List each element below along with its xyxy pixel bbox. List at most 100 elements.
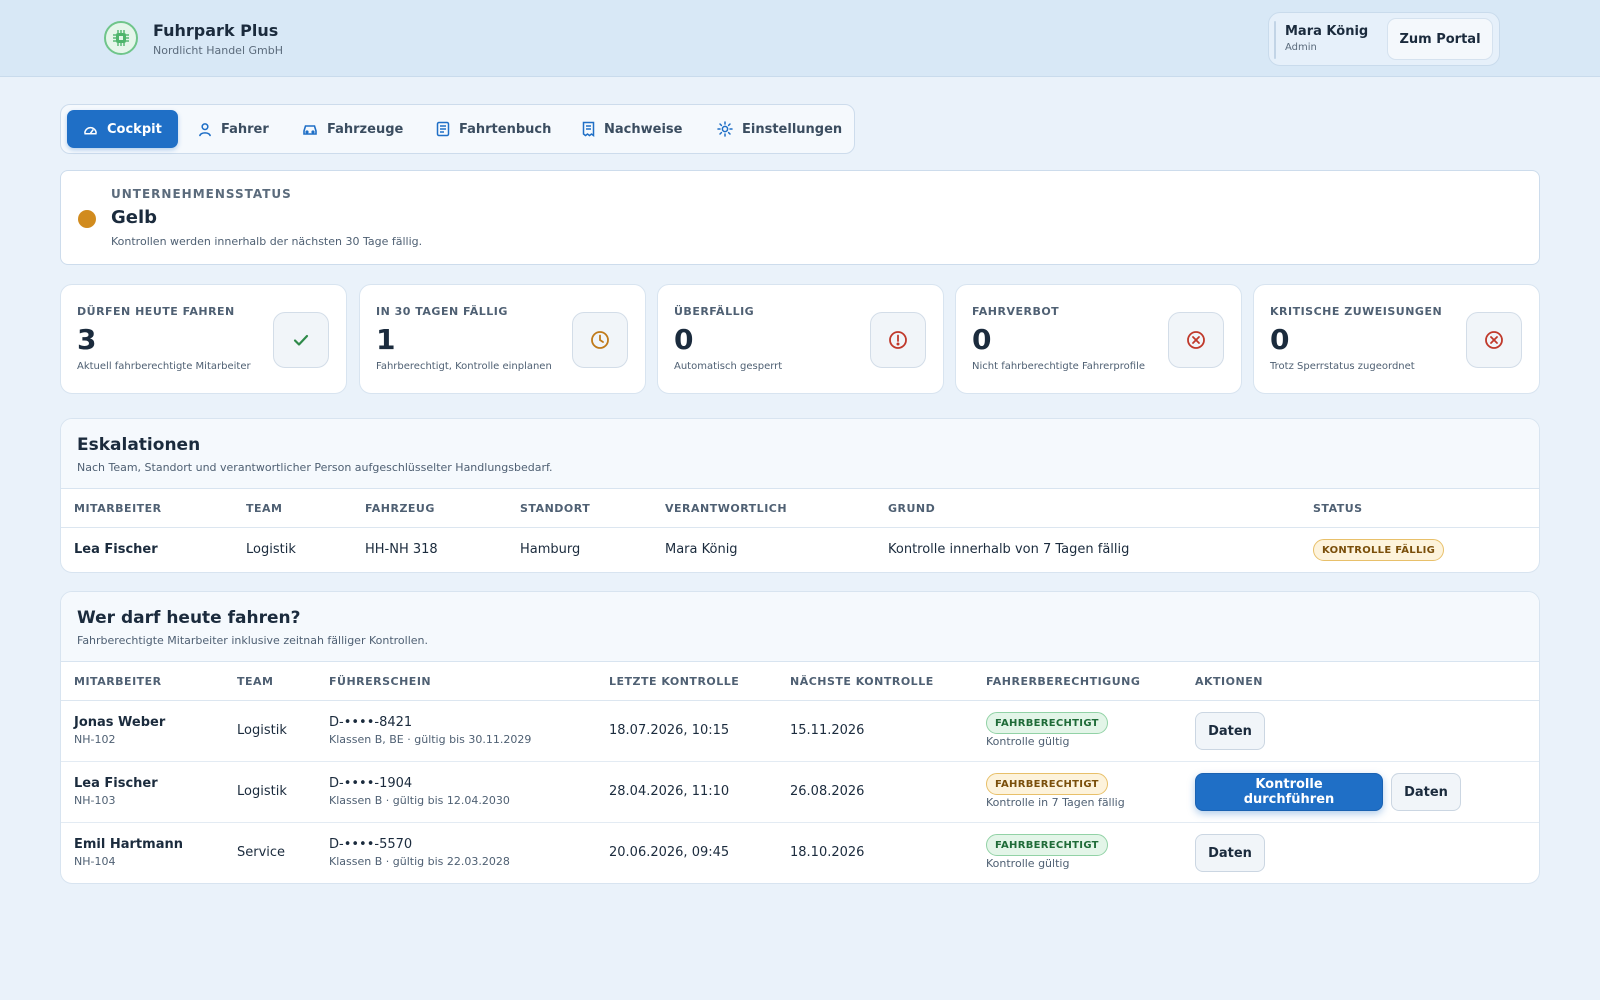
kpi-card-critical-assignments[interactable]: KRITISCHE ZUWEISUNGEN 0 Trotz Sperrstatu…	[1253, 284, 1540, 394]
kpi-value: 1	[376, 323, 396, 356]
tab-einstellungen[interactable]: Einstellungen	[717, 110, 842, 148]
portal-button[interactable]: Zum Portal	[1387, 18, 1493, 60]
license-number: D-••••-1904	[329, 776, 413, 791]
driver-name: Emil Hartmann	[74, 837, 183, 852]
column-header[interactable]: VERANTWORTLICH	[665, 502, 787, 515]
kpi-label: DÜRFEN HEUTE FAHREN	[77, 305, 235, 318]
table-row[interactable]: Emil Hartmann NH-104 Service D-••••-5570…	[61, 823, 1539, 883]
steering-chip-icon	[104, 21, 138, 55]
brand[interactable]: Fuhrpark Plus Nordlicht Handel GmbH	[104, 21, 283, 57]
tab-label: Fahrtenbuch	[459, 121, 552, 137]
driver-name: Lea Fischer	[74, 776, 158, 791]
kpi-value: 0	[1270, 323, 1290, 356]
column-header[interactable]: MITARBEITER	[74, 675, 162, 688]
tab-fahrtenbuch[interactable]: Fahrtenbuch	[436, 110, 551, 148]
location: Hamburg	[520, 542, 581, 557]
perform-check-button[interactable]: Kontrolle durchführen	[1195, 773, 1383, 811]
status-description: Kontrollen werden innerhalb der nächsten…	[111, 235, 423, 248]
section-title: Wer darf heute fahren?	[77, 608, 301, 628]
table-row[interactable]: Lea Fischer NH-103 Logistik D-••••-1904 …	[61, 762, 1539, 823]
column-header[interactable]: FAHRZEUG	[365, 502, 435, 515]
car-icon	[303, 125, 317, 135]
reason: Kontrolle innerhalb von 7 Tagen fällig	[888, 542, 1130, 557]
user-menu: Mara König Admin Zum Portal	[1268, 12, 1500, 66]
data-button[interactable]: Daten	[1195, 712, 1265, 750]
permission-badge: FAHRBERECHTIGT	[986, 773, 1108, 795]
section-title: Eskalationen	[77, 435, 201, 455]
permission-note: Kontrolle gültig	[986, 857, 1070, 870]
last-check: 28.04.2026, 11:10	[609, 784, 730, 799]
section-subtitle: Nach Team, Standort und verantwortlicher…	[77, 461, 553, 474]
tab-label: Einstellungen	[742, 121, 843, 137]
tab-label: Cockpit	[107, 121, 162, 137]
vehicle: HH-NH 318	[365, 542, 438, 557]
next-check: 18.10.2026	[790, 845, 865, 860]
user-icon	[199, 122, 211, 136]
kpi-card-overdue[interactable]: ÜBERFÄLLIG 0 Automatisch gesperrt	[657, 284, 944, 394]
top-bar: Fuhrpark Plus Nordlicht Handel GmbH Mara…	[0, 0, 1600, 77]
column-header[interactable]: GRUND	[888, 502, 935, 515]
tab-fahrer[interactable]: Fahrer	[198, 110, 269, 148]
logbook-icon	[436, 121, 450, 137]
tab-cockpit[interactable]: Cockpit	[67, 110, 178, 148]
data-button[interactable]: Daten	[1195, 834, 1265, 872]
kpi-value: 0	[674, 323, 694, 356]
employee-name: Lea Fischer	[74, 542, 158, 557]
table-row[interactable]: Lea Fischer Logistik HH-NH 318 Hamburg M…	[61, 528, 1539, 572]
alert-icon	[870, 312, 926, 368]
column-header[interactable]: STATUS	[1313, 502, 1363, 515]
team: Service	[237, 845, 286, 860]
drivers-today-section: Wer darf heute fahren? Fahrberechtigte M…	[60, 591, 1540, 884]
column-header[interactable]: NÄCHSTE KONTROLLE	[790, 675, 934, 688]
driver-id: NH-102	[74, 733, 116, 746]
table-row[interactable]: Jonas Weber NH-102 Logistik D-••••-8421 …	[61, 701, 1539, 762]
kpi-label: ÜBERFÄLLIG	[674, 305, 755, 318]
document-icon	[582, 121, 595, 137]
x-circle-icon	[1168, 312, 1224, 368]
kpi-description: Fahrberechtigt, Kontrolle einplanen	[376, 361, 552, 372]
table-header: MITARBEITER TEAM FAHRZEUG STANDORT VERAN…	[61, 489, 1539, 528]
driver-id: NH-104	[74, 855, 116, 868]
tab-label: Fahrzeuge	[327, 121, 404, 137]
responsible-person: Mara König	[665, 542, 738, 557]
gear-icon	[717, 121, 733, 137]
kpi-card-drive-today[interactable]: DÜRFEN HEUTE FAHREN 3 Aktuell fahrberech…	[60, 284, 347, 394]
company-name: Nordlicht Handel GmbH	[153, 44, 283, 57]
tab-label: Fahrer	[221, 121, 269, 137]
escalations-header: Eskalationen Nach Team, Standort und ver…	[61, 419, 1539, 489]
column-header[interactable]: TEAM	[246, 502, 282, 515]
tab-label: Nachweise	[604, 121, 683, 137]
kpi-description: Automatisch gesperrt	[674, 361, 783, 372]
kpi-card-due-30-days[interactable]: IN 30 TAGEN FÄLLIG 1 Fahrberechtigt, Kon…	[359, 284, 646, 394]
company-status-card: UNTERNEHMENSSTATUS Gelb Kontrollen werde…	[60, 170, 1540, 265]
kpi-value: 0	[972, 323, 992, 356]
license-number: D-••••-5570	[329, 837, 413, 852]
column-header[interactable]: LETZTE KONTROLLE	[609, 675, 739, 688]
column-header[interactable]: FÜHRERSCHEIN	[329, 675, 431, 688]
data-button[interactable]: Daten	[1391, 773, 1461, 811]
app-title: Fuhrpark Plus	[153, 21, 279, 40]
column-header[interactable]: TEAM	[237, 675, 273, 688]
license-detail: Klassen B, BE · gültig bis 30.11.2029	[329, 733, 532, 746]
main-nav: Cockpit Fahrer Fahrzeuge Fahrtenbuch Nac…	[60, 104, 855, 154]
speedometer-icon	[84, 126, 97, 134]
kpi-value: 3	[77, 323, 97, 356]
driver-name: Jonas Weber	[74, 715, 166, 730]
escalations-section: Eskalationen Nach Team, Standort und ver…	[60, 418, 1540, 573]
team: Logistik	[237, 784, 287, 799]
status-label: UNTERNEHMENSSTATUS	[111, 187, 292, 201]
section-subtitle: Fahrberechtigte Mitarbeiter inklusive ze…	[77, 634, 428, 647]
tab-nachweise[interactable]: Nachweise	[582, 110, 682, 148]
column-header[interactable]: STANDORT	[520, 502, 590, 515]
kpi-description: Nicht fahrberechtigte Fahrerprofile	[972, 361, 1146, 372]
kpi-card-driving-ban[interactable]: FAHRVERBOT 0 Nicht fahrberechtigte Fahre…	[955, 284, 1242, 394]
column-header[interactable]: FAHRERBERECHTIGUNG	[986, 675, 1140, 688]
tab-fahrzeuge[interactable]: Fahrzeuge	[302, 110, 403, 148]
license-number: D-••••-8421	[329, 715, 413, 730]
x-circle-icon	[1466, 312, 1522, 368]
kpi-description: Aktuell fahrberechtigte Mitarbeiter	[77, 361, 251, 372]
team: Logistik	[237, 723, 287, 738]
kpi-description: Trotz Sperrstatus zugeordnet	[1270, 361, 1415, 372]
column-header[interactable]: MITARBEITER	[74, 502, 162, 515]
permission-badge: FAHRBERECHTIGT	[986, 834, 1108, 856]
